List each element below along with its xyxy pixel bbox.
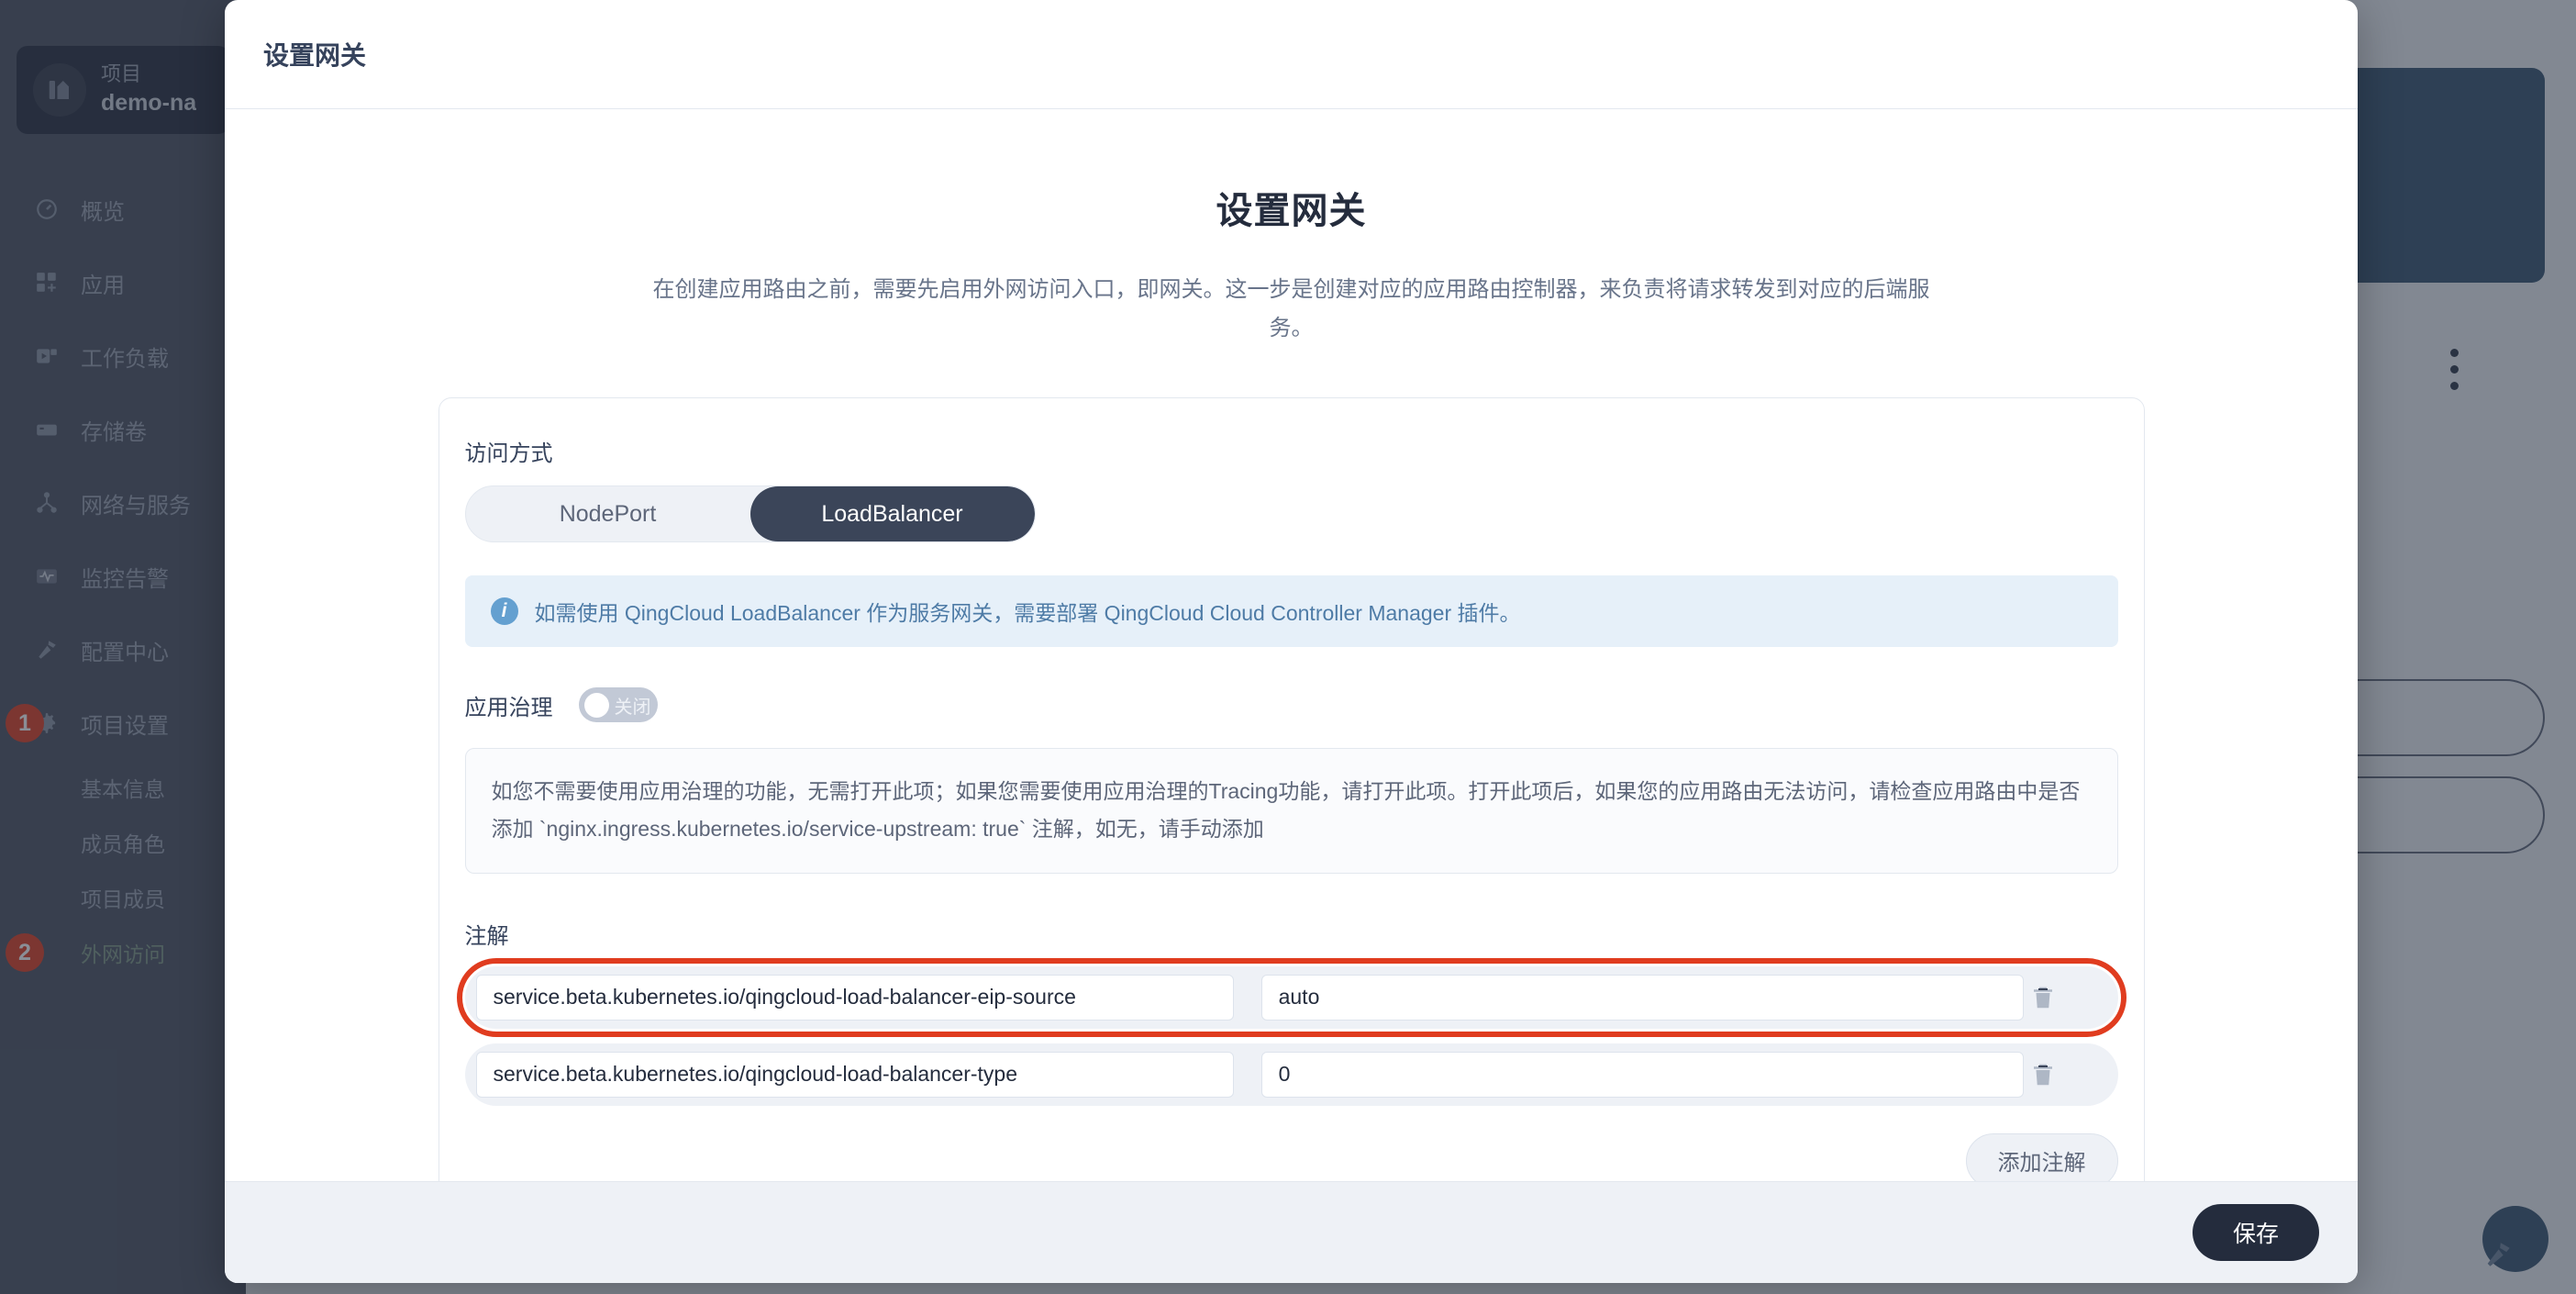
governance-row: 应用治理 关闭 (465, 687, 2118, 722)
trash-icon[interactable] (2024, 1054, 2062, 1095)
governance-label: 应用治理 (464, 695, 553, 720)
page-description: 在创建应用路由之前，需要先启用外网访问入口，即网关。这一步是创建对应的应用路由控… (652, 277, 1930, 340)
annotation-key-input[interactable] (475, 1051, 1234, 1098)
modal-title: 设置网关 (263, 41, 367, 70)
modal-header: 设置网关 (225, 0, 2358, 109)
segment-loadbalancer[interactable]: LoadBalancer (749, 486, 1035, 541)
add-annotation-row: 添加注解 (465, 1132, 2118, 1181)
hero-section: 设置网关 在创建应用路由之前，需要先启用外网访问入口，即网关。这一步是创建对应的… (263, 109, 2319, 348)
annotation-value-input[interactable] (1260, 974, 2025, 1021)
annotation-row (464, 1043, 2118, 1106)
info-icon: i (490, 597, 518, 625)
annotation-value-input[interactable] (1260, 1051, 2025, 1098)
page-title: 设置网关 (1216, 191, 1367, 231)
info-banner-text: 如需使用 QingCloud LoadBalancer 作为服务网关，需要部署 … (534, 601, 1521, 625)
annotations-label: 注解 (464, 923, 509, 949)
gateway-form-card: 访问方式 NodePort LoadBalancer i 如需使用 QingCl… (438, 397, 2145, 1181)
add-annotation-button[interactable]: 添加注解 (1965, 1132, 2118, 1181)
modal-footer: 保存 (225, 1181, 2358, 1283)
segment-nodeport[interactable]: NodePort (466, 486, 750, 541)
access-method-segmented-control[interactable]: NodePort LoadBalancer (464, 485, 1036, 542)
trash-icon[interactable] (2024, 977, 2062, 1018)
annotation-key-input[interactable] (475, 974, 1234, 1021)
governance-toggle[interactable]: 关闭 (578, 687, 658, 722)
toggle-state-label: 关闭 (614, 697, 651, 718)
toggle-knob (583, 692, 609, 718)
annotation-row (456, 957, 2126, 1037)
info-banner: i 如需使用 QingCloud LoadBalancer 作为服务网关，需要部… (464, 575, 2118, 647)
save-button[interactable]: 保存 (2192, 1204, 2319, 1261)
governance-description: 如您不需要使用应用治理的功能，无需打开此项；如果您需要使用应用治理的Tracin… (464, 748, 2118, 874)
setup-gateway-modal: 设置网关 设置网关 在创建应用路由之前，需要先启用外网访问入口，即网关。这一步是… (225, 0, 2358, 1283)
modal-body: 设置网关 在创建应用路由之前，需要先启用外网访问入口，即网关。这一步是创建对应的… (225, 109, 2358, 1181)
access-method-label: 访问方式 (464, 441, 553, 466)
